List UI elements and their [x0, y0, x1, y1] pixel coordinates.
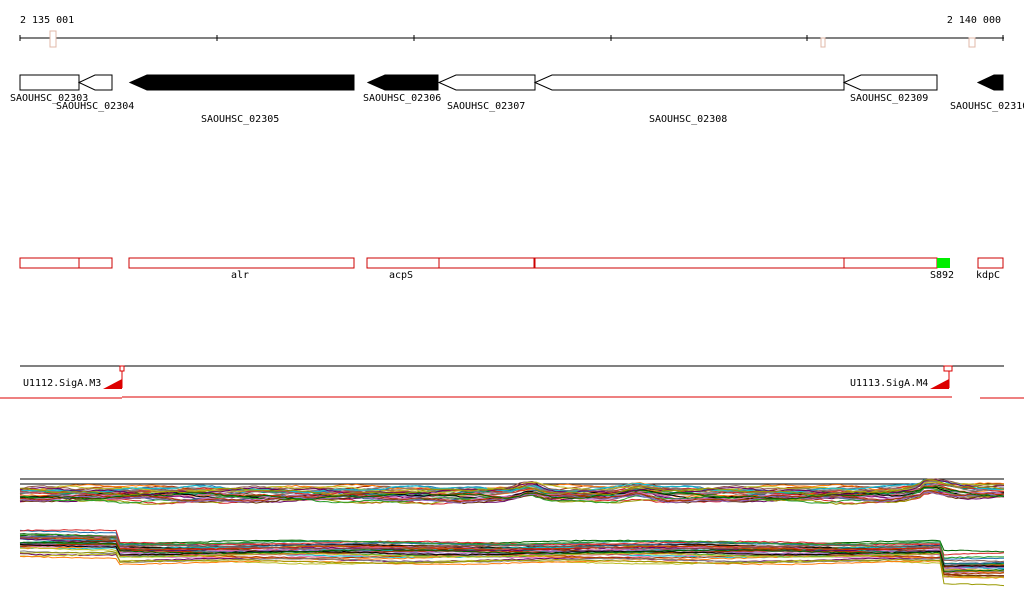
- ruler-markers: [49, 30, 976, 48]
- gene-label: SAOUHSC_02308: [649, 114, 727, 125]
- feature-label: alr: [231, 270, 249, 281]
- feature-box[interactable]: [534, 257, 845, 269]
- feature-box-kdpC[interactable]: [977, 257, 1004, 269]
- expression-traces-bottom: [19, 529, 1005, 587]
- feature-label: kdpC: [976, 270, 1000, 281]
- promoter-tick: [943, 365, 953, 372]
- gene-SAOUHSC_02309[interactable]: [842, 74, 938, 91]
- ruler-marker[interactable]: [968, 37, 976, 48]
- promoter-track: U1112.SigA.M3 U1113.SigA.M4: [0, 365, 1024, 399]
- feature-box[interactable]: [78, 257, 113, 269]
- feature-box-alr[interactable]: [128, 257, 355, 269]
- ruler-end-label: 2 140 000: [947, 15, 1001, 26]
- genome-browser-track-view: 2 135 001 2 140 000 SAOUHSC_02303 SAOUHS: [0, 15, 1024, 587]
- promoter-tick: [119, 365, 125, 372]
- ruler-marker[interactable]: [820, 37, 826, 48]
- feature-box[interactable]: [843, 257, 938, 269]
- gene-SAOUHSC_02303[interactable]: [19, 74, 80, 91]
- gene-SAOUHSC_02310[interactable]: [976, 74, 1004, 91]
- gene-label: SAOUHSC_02304: [56, 101, 134, 112]
- feature-track: alr acpS S892 kdpC: [19, 257, 1004, 281]
- feature-label: acpS: [389, 270, 413, 281]
- promoter-marker[interactable]: [103, 379, 122, 389]
- gene-label: SAOUHSC_02310: [950, 101, 1024, 112]
- gene-SAOUHSC_02305[interactable]: [128, 74, 355, 91]
- feature-box-acpS[interactable]: [366, 257, 440, 269]
- gene-label: SAOUHSC_02309: [850, 93, 928, 104]
- feature-label: S892: [930, 270, 954, 281]
- coordinate-ruler: 2 135 001 2 140 000: [19, 15, 1004, 48]
- ruler-marker[interactable]: [49, 30, 57, 48]
- gene-SAOUHSC_02308[interactable]: [533, 74, 845, 91]
- feature-box[interactable]: [19, 257, 80, 269]
- gene-label: SAOUHSC_02307: [447, 101, 525, 112]
- promoter-label: U1113.SigA.M4: [850, 378, 928, 389]
- gene-SAOUHSC_02306[interactable]: [366, 74, 439, 91]
- promoter-label: U1112.SigA.M3: [23, 378, 101, 389]
- promoter-marker[interactable]: [930, 379, 949, 389]
- feature-box[interactable]: [438, 257, 535, 269]
- gene-label: SAOUHSC_02305: [201, 114, 279, 125]
- expression-traces-top: [19, 478, 1005, 505]
- gene-SAOUHSC_02307[interactable]: [437, 74, 536, 91]
- feature-box-S892[interactable]: [937, 258, 950, 268]
- gene-label: SAOUHSC_02306: [363, 93, 441, 104]
- gene-track: SAOUHSC_02303 SAOUHSC_02304 SAOUHSC_0230…: [10, 74, 1024, 125]
- gene-SAOUHSC_02304[interactable]: [77, 74, 113, 91]
- ruler-start-label: 2 135 001: [20, 15, 74, 26]
- expression-profile-panel-top: [19, 478, 1005, 505]
- expression-profile-panel-bottom: [19, 529, 1005, 587]
